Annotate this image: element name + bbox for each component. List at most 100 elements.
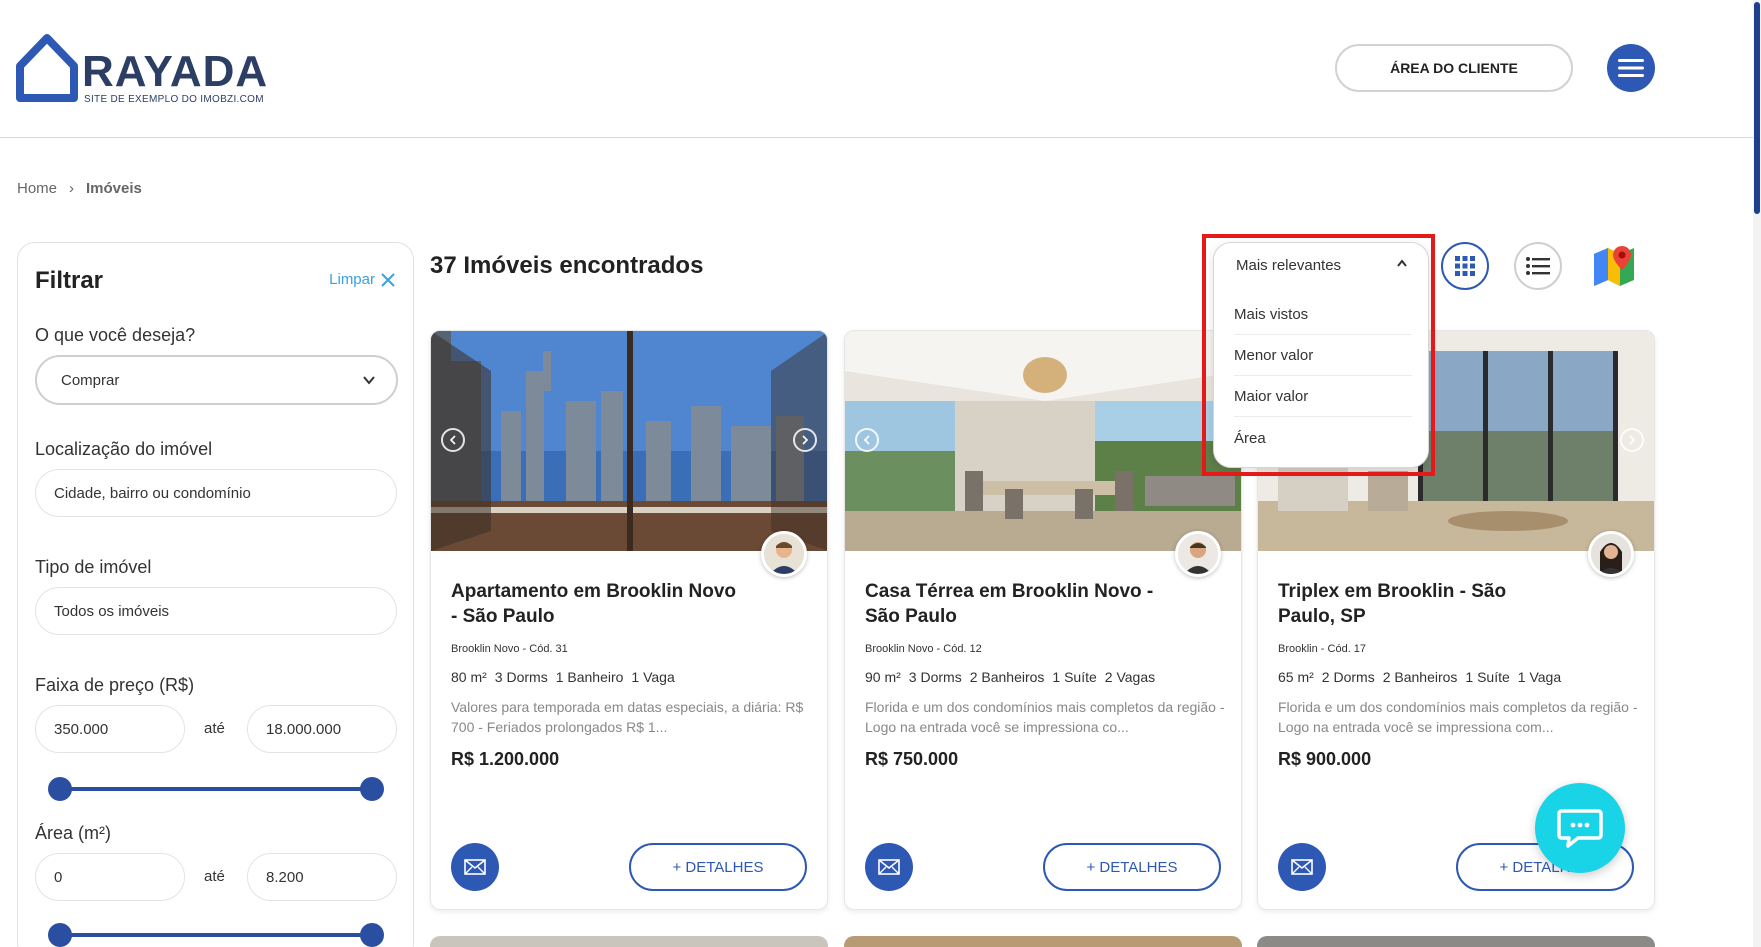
logo-text: RAYADA <box>82 47 269 96</box>
page-scrollbar[interactable] <box>1753 0 1761 947</box>
agent-avatar-image <box>1591 534 1631 574</box>
property-description: Florida e um dos condomínios mais comple… <box>865 699 1225 735</box>
price-range-slider[interactable] <box>48 777 384 801</box>
price-min-handle[interactable] <box>48 777 72 801</box>
sort-selected[interactable]: Mais relevantes <box>1214 243 1428 287</box>
carousel-next-button[interactable] <box>1620 428 1644 452</box>
carousel-next-button[interactable] <box>793 428 817 452</box>
sort-option-most-viewed[interactable]: Mais vistos <box>1234 295 1412 335</box>
filter-title: Filtrar <box>35 267 104 294</box>
property-features: 65 m² 2 Dorms 2 Banheiros 1 Suíte 1 Vaga <box>1278 669 1569 685</box>
site-header: RAYADA SITE DE EXEMPLO DO IMOBZI.COM ÁRE… <box>0 0 1761 138</box>
chevron-up-icon <box>1397 259 1407 267</box>
chevron-down-icon <box>363 376 375 385</box>
breadcrumb-current: Imóveis <box>86 180 142 197</box>
feature-bathrooms: 1 Banheiro <box>555 669 624 685</box>
contact-email-button[interactable] <box>865 843 913 891</box>
location-input[interactable]: Cidade, bairro ou condomínio <box>35 469 397 517</box>
envelope-icon <box>464 859 486 875</box>
property-photo[interactable] <box>845 331 1241 551</box>
area-max-handle[interactable] <box>360 923 384 947</box>
property-card[interactable]: Apartamento em Brooklin Novo - São Paulo… <box>430 330 828 910</box>
envelope-icon <box>1291 859 1313 875</box>
close-icon <box>381 272 395 287</box>
feature-parking: 1 Vaga <box>631 669 675 685</box>
type-select-value: Todos os imóveis <box>54 602 170 620</box>
next-card-preview <box>1257 936 1655 947</box>
price-range-track <box>58 787 374 791</box>
contact-email-button[interactable] <box>1278 843 1326 891</box>
agent-avatar[interactable] <box>1175 531 1221 577</box>
property-location: Brooklin - Cód. 17 <box>1278 643 1367 655</box>
breadcrumb-home[interactable]: Home <box>17 180 57 197</box>
agent-avatar[interactable] <box>1588 531 1634 577</box>
price-max-input[interactable]: 18.000.000 <box>247 705 397 753</box>
area-min-input[interactable]: 0 <box>35 853 185 901</box>
type-select[interactable]: Todos os imóveis <box>35 587 397 635</box>
client-area-button[interactable]: ÁREA DO CLIENTE <box>1335 44 1573 92</box>
feature-bedrooms: 2 Dorms <box>1321 669 1375 685</box>
property-features: 90 m² 3 Dorms 2 Banheiros 1 Suíte 2 Vagas <box>865 669 1163 685</box>
agent-avatar-image <box>1178 534 1218 574</box>
area-max-input[interactable]: 8.200 <box>247 853 397 901</box>
house-logo-icon <box>16 34 78 102</box>
property-title[interactable]: Apartamento em Brooklin Novo - São Paulo <box>451 579 741 629</box>
filter-panel: Filtrar Limpar O que você deseja? Compra… <box>17 242 414 947</box>
property-location: Brooklin Novo - Cód. 12 <box>865 643 982 655</box>
contact-email-button[interactable] <box>451 843 499 891</box>
map-view-icon[interactable] <box>1592 244 1636 288</box>
logo-subtitle: SITE DE EXEMPLO DO IMOBZI.COM <box>84 94 264 105</box>
details-button[interactable]: + DETALHES <box>1043 843 1221 891</box>
envelope-icon <box>878 859 900 875</box>
price-min-value: 350.000 <box>54 720 109 738</box>
logo[interactable]: RAYADA SITE DE EXEMPLO DO IMOBZI.COM <box>16 32 286 105</box>
property-description: Florida e um dos condomínios mais comple… <box>1278 699 1638 735</box>
menu-button[interactable] <box>1607 44 1655 92</box>
list-view-button[interactable] <box>1514 242 1562 290</box>
scrollbar-thumb[interactable] <box>1754 2 1760 214</box>
grid-view-button[interactable] <box>1441 242 1489 290</box>
agent-avatar-image <box>764 534 804 574</box>
agent-avatar[interactable] <box>761 531 807 577</box>
want-select[interactable]: Comprar <box>35 355 398 405</box>
sort-option-area[interactable]: Área <box>1234 418 1412 458</box>
carousel-prev-button[interactable] <box>855 428 879 452</box>
area-label: Área (m²) <box>35 823 111 843</box>
property-price: R$ 900.000 <box>1278 749 1372 769</box>
property-price: R$ 750.000 <box>865 749 959 769</box>
want-label: O que você deseja? <box>35 325 196 345</box>
breadcrumb: Home › Imóveis <box>17 180 142 197</box>
price-separator: até <box>204 720 225 737</box>
feature-parking: 1 Vaga <box>1517 669 1562 685</box>
location-label: Localização do imóvel <box>35 439 213 459</box>
feature-suites: 1 Suíte <box>1052 669 1097 685</box>
area-min-handle[interactable] <box>48 923 72 947</box>
sort-option-lowest-price[interactable]: Menor valor <box>1234 336 1412 376</box>
property-image-dining-room <box>845 331 1241 551</box>
carousel-prev-button[interactable] <box>441 428 465 452</box>
property-title[interactable]: Triplex em Brooklin - São Paulo, SP <box>1278 579 1568 629</box>
property-card[interactable]: Casa Térrea em Brooklin Novo - São Paulo… <box>844 330 1242 910</box>
details-button[interactable]: + DETALHES <box>629 843 807 891</box>
feature-bathrooms: 2 Banheiros <box>969 669 1045 685</box>
price-min-input[interactable]: 350.000 <box>35 705 185 753</box>
chat-button[interactable] <box>1535 783 1625 873</box>
property-location: Brooklin Novo - Cód. 31 <box>451 643 568 655</box>
location-placeholder: Cidade, bairro ou condomínio <box>54 484 251 502</box>
area-range-slider[interactable] <box>48 923 384 947</box>
property-photo[interactable] <box>431 331 827 551</box>
sort-dropdown[interactable]: Mais relevantes Mais vistos Menor valor … <box>1213 242 1429 468</box>
area-max-value: 8.200 <box>266 868 304 886</box>
price-label: Faixa de preço (R$) <box>35 675 195 695</box>
clear-label: Limpar <box>329 271 375 288</box>
price-max-handle[interactable] <box>360 777 384 801</box>
clear-filters-button[interactable]: Limpar <box>329 271 395 288</box>
sort-option-highest-price[interactable]: Maior valor <box>1234 377 1412 417</box>
feature-suites: 1 Suíte <box>1465 669 1510 685</box>
list-icon <box>1526 257 1550 275</box>
property-title[interactable]: Casa Térrea em Brooklin Novo - São Paulo <box>865 579 1155 629</box>
property-price: R$ 1.200.000 <box>451 749 560 769</box>
feature-area: 80 m² <box>451 669 487 685</box>
chevron-right-icon <box>1629 435 1636 445</box>
property-image-city-view <box>431 331 827 551</box>
